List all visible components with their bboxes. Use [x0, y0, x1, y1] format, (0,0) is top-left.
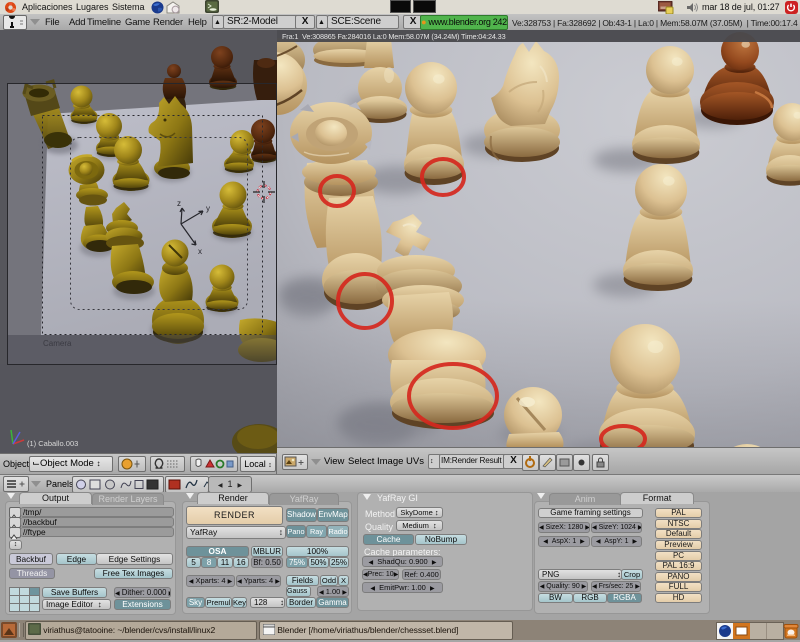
svg-text:x: x [198, 247, 202, 256]
svg-text:z: z [177, 199, 181, 208]
svg-text:Camera: Camera [43, 339, 72, 348]
svg-text:(1) Caballo.003: (1) Caballo.003 [27, 439, 78, 448]
svg-text:Fra:1 Ve:308865 Fa:284016 La:: Fra:1 Ve:308865 Fa:284016 La:0 Mem:58.07… [282, 32, 506, 41]
svg-text:y: y [206, 204, 210, 213]
